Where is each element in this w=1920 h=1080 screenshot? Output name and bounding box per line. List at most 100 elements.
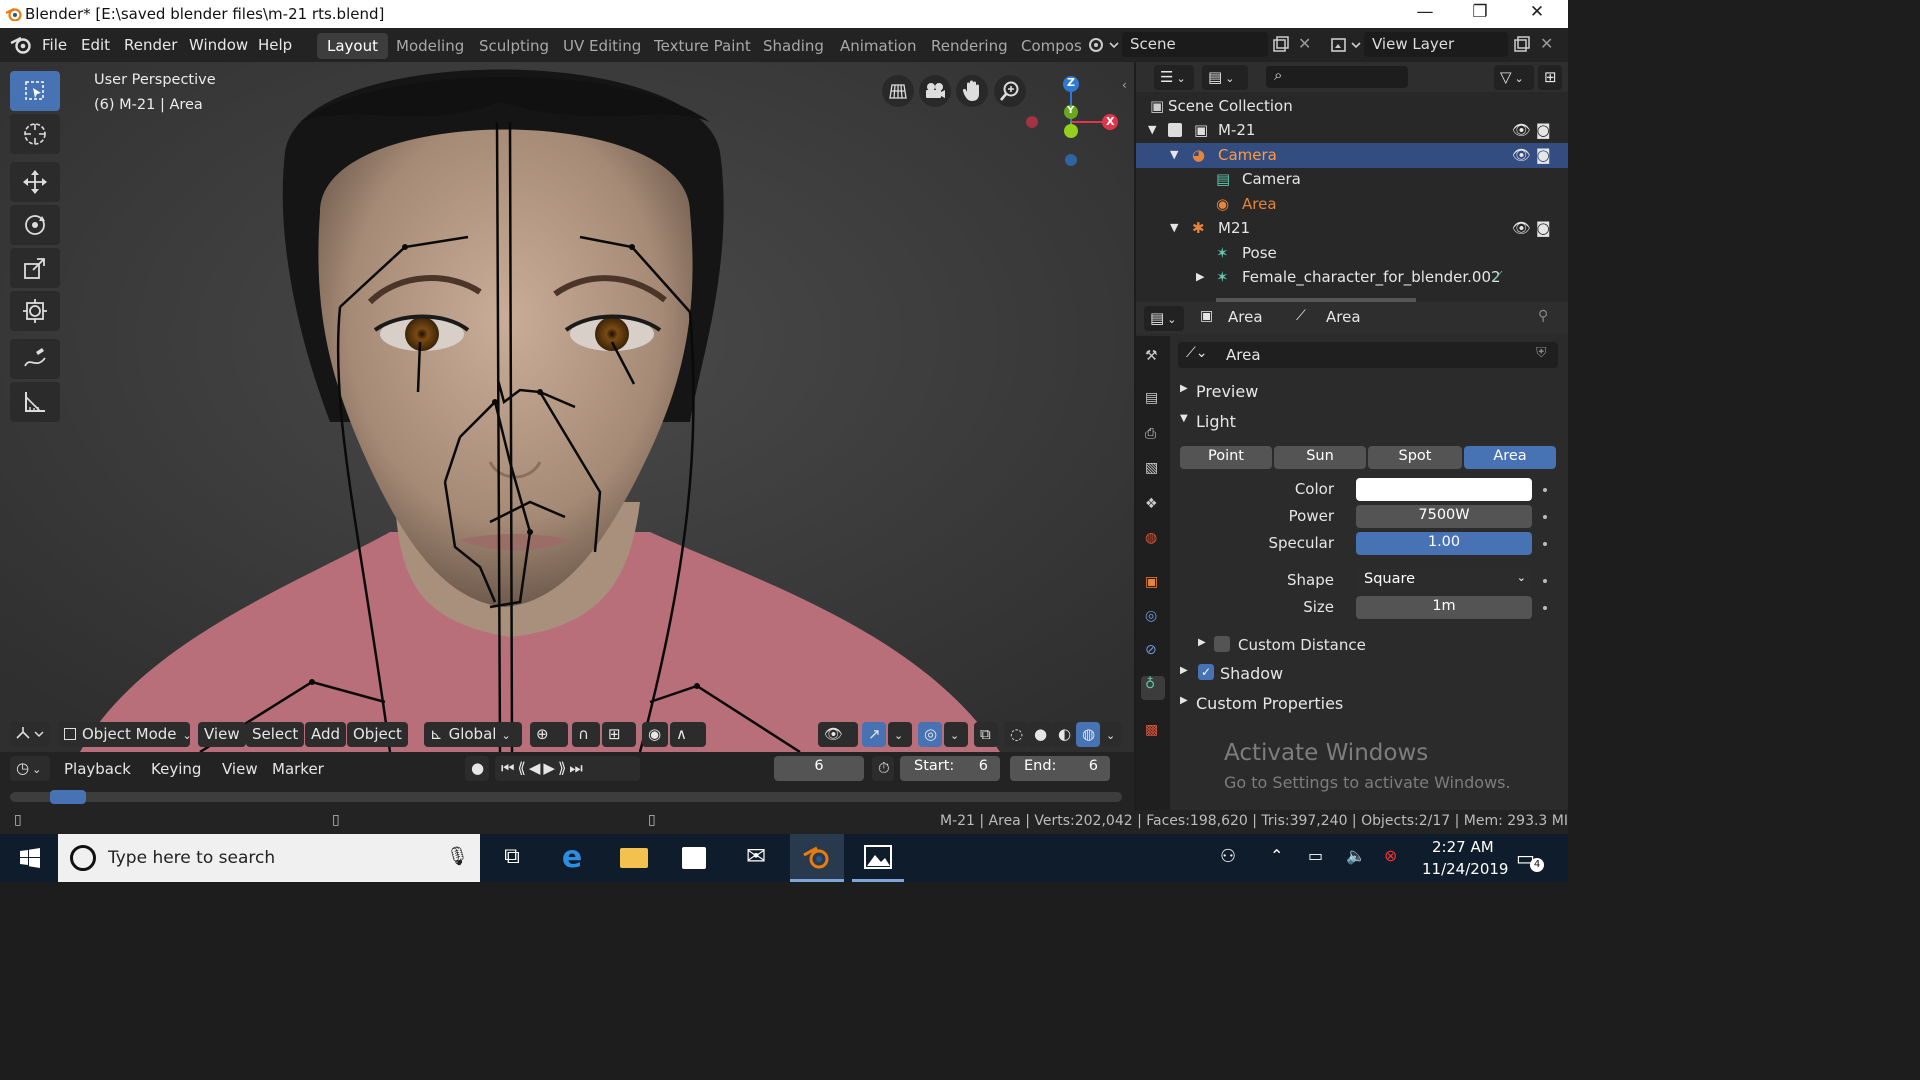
display-mode-dropdown[interactable]: ▤ ⌄ (1202, 65, 1248, 90)
specular-slider[interactable]: 1.00 (1356, 532, 1532, 555)
network-disconnected-icon[interactable]: ⊗ (1384, 846, 1397, 865)
minimize-button[interactable]: — (1402, 2, 1448, 26)
tab-animation[interactable]: Animation (830, 33, 926, 59)
keyframe-dot[interactable] (1543, 606, 1547, 610)
light-type-spot[interactable]: Spot (1368, 446, 1462, 469)
solid-shading-button[interactable]: ● (1028, 722, 1052, 747)
render-camera-icon[interactable]: ◙ (1536, 146, 1551, 164)
select-menu[interactable]: Select (246, 722, 305, 747)
scene-browse-icon[interactable] (1088, 36, 1120, 54)
wireframe-shading-button[interactable]: ◌ (1004, 722, 1028, 747)
photos-taskbar-button[interactable] (852, 834, 904, 882)
store-icon[interactable] (678, 842, 710, 874)
end-frame-field[interactable]: End: 6 (1010, 756, 1110, 781)
tab-view-layer[interactable]: ▧ (1141, 460, 1165, 484)
prev-keyframe-icon[interactable]: ⟪ (518, 759, 529, 777)
preview-panel-header[interactable]: ▶ Preview (1178, 380, 1558, 404)
tab-constraints[interactable]: ⊘ (1141, 642, 1165, 666)
shadow-panel-header[interactable]: ▶ ✓ Shadow (1178, 662, 1558, 686)
size-field[interactable]: 1m (1356, 596, 1532, 619)
keyframe-dot[interactable] (1543, 579, 1547, 583)
mode-dropdown[interactable]: Object Mode ⌄ (58, 722, 192, 747)
remove-view-layer-icon[interactable]: ✕ (1540, 34, 1553, 53)
scale-tool[interactable] (10, 248, 60, 288)
tab-tool[interactable]: ⚒ (1141, 348, 1165, 372)
tab-world[interactable]: ◍ (1141, 530, 1165, 554)
visibility-dropdown[interactable]: 👁 (818, 722, 858, 747)
outliner-row-scene-collection[interactable]: ▣ Scene Collection (1136, 94, 1568, 119)
outliner-row-armature-data[interactable]: ▶ ✶ Female_character_for_blender.002 ⟋ (1136, 265, 1568, 290)
editor-type-button[interactable] (10, 722, 50, 747)
rendered-shading-button[interactable]: ◍ (1076, 722, 1100, 747)
jump-end-icon[interactable]: ⏭ (569, 759, 586, 777)
eye-icon[interactable]: 👁 (1512, 146, 1531, 164)
light-data-browse-icon[interactable]: ⟋⌄ (1186, 345, 1208, 361)
gizmo-dropdown[interactable]: ⌄ (888, 722, 912, 747)
shadow-checkbox[interactable]: ✓ (1198, 664, 1214, 680)
expand-arrow-icon[interactable]: ▶ (1196, 270, 1204, 283)
view-layer-browse-icon[interactable] (1330, 36, 1362, 54)
menu-render[interactable]: Render (124, 36, 177, 54)
next-keyframe-icon[interactable]: ⟫ (558, 759, 569, 777)
light-type-point[interactable]: Point (1180, 446, 1272, 469)
tab-object[interactable]: ▣ (1141, 574, 1165, 598)
light-type-sun[interactable]: Sun (1274, 446, 1366, 469)
proportional-falloff-dropdown[interactable]: ∧ (670, 722, 706, 747)
expand-arrow-icon[interactable]: ▼ (1170, 221, 1178, 234)
clock-time[interactable]: 2:27 AM (1432, 838, 1494, 856)
tab-modeling[interactable]: Modeling (386, 33, 474, 59)
marker-menu[interactable]: Marker (272, 760, 324, 778)
tab-output[interactable]: ⎙ (1141, 426, 1165, 450)
timeline-view-menu[interactable]: View (222, 760, 258, 778)
playhead-indicator[interactable] (50, 790, 86, 804)
current-frame-field[interactable]: 6 (774, 756, 864, 781)
play-icon[interactable]: ▶ (543, 759, 558, 777)
volume-icon[interactable]: 🔈 (1346, 846, 1366, 865)
keyframe-dot[interactable] (1543, 488, 1547, 492)
pan-view-button[interactable] (956, 75, 988, 107)
view-menu[interactable]: View (198, 722, 246, 747)
start-frame-field[interactable]: Start: 6 (900, 756, 1000, 781)
overlays-dropdown[interactable]: ⌄ (944, 722, 968, 747)
tab-sculpting[interactable]: Sculpting (469, 33, 559, 59)
light-datablock-selector[interactable]: ⟋⌄ Area ⛨ (1178, 342, 1558, 368)
eye-icon[interactable]: 👁 (1512, 121, 1531, 139)
snap-toggle[interactable]: ∩ (572, 722, 600, 747)
custom-properties-panel-header[interactable]: ▶ Custom Properties (1178, 692, 1558, 716)
proportional-edit-toggle[interactable]: ◉ (642, 722, 668, 747)
menu-help[interactable]: Help (258, 36, 292, 54)
pin-icon[interactable]: ⚲ (1538, 308, 1548, 324)
measure-tool[interactable] (10, 382, 60, 422)
remove-scene-icon[interactable]: ✕ (1298, 34, 1311, 53)
tab-shading[interactable]: Shading (753, 33, 834, 59)
filter-dropdown[interactable]: ▽ ⌄ (1494, 65, 1534, 90)
tab-layout[interactable]: Layout (317, 33, 388, 59)
outliner-editor-type-button[interactable]: ☰ ⌄ (1154, 65, 1194, 90)
light-color-swatch[interactable] (1356, 478, 1532, 501)
edge-browser-icon[interactable]: e (556, 842, 588, 874)
expand-arrow-icon[interactable]: ▼ (1148, 123, 1156, 136)
light-type-area[interactable]: Area (1464, 446, 1556, 469)
people-icon[interactable]: ⚇ (1220, 846, 1236, 867)
eye-icon[interactable]: 👁 (1512, 219, 1531, 237)
view-layer-field[interactable]: View Layer (1364, 32, 1508, 57)
transform-tool[interactable] (10, 291, 60, 331)
outliner-row-camera-data[interactable]: ▤ Camera (1136, 167, 1568, 192)
outliner-row-armature[interactable]: ▼ ✱ M21 👁 ◙ (1136, 216, 1568, 241)
outliner-row-camera-object[interactable]: ▼ ◕ Camera 👁 ◙ (1136, 143, 1568, 168)
sidebar-toggle-icon[interactable]: ‹ (1122, 78, 1127, 92)
outliner-row-pose[interactable]: ✶ Pose (1136, 241, 1568, 266)
tab-light-data[interactable]: ♁ (1141, 676, 1165, 700)
tab-uv-editing[interactable]: UV Editing (553, 33, 651, 59)
start-button[interactable] (14, 842, 46, 874)
action-center-button[interactable]: ▭ 4 (1512, 844, 1546, 874)
scene-name-field[interactable]: Scene (1122, 32, 1268, 57)
toggle-perspective-button[interactable] (882, 75, 914, 107)
tab-physics[interactable]: ◎ (1141, 608, 1165, 632)
restore-button[interactable]: ❐ (1457, 2, 1503, 26)
tab-scene[interactable]: ❖ (1141, 496, 1165, 520)
tab-rendering[interactable]: Rendering (921, 33, 1018, 59)
timeline-scrubber[interactable] (10, 790, 1122, 804)
blender-taskbar-button[interactable] (790, 834, 844, 882)
microphone-icon[interactable]: 🎙 (446, 846, 469, 867)
